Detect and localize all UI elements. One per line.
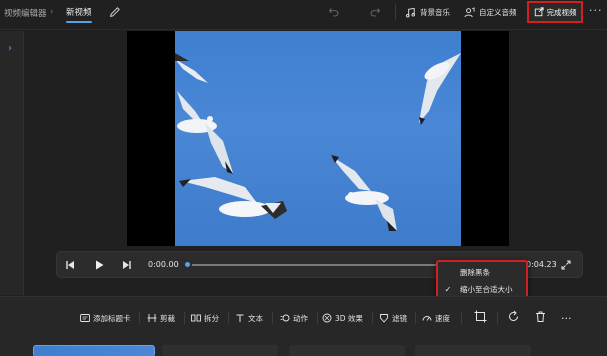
text-label: 文本 bbox=[248, 313, 263, 323]
filters-button[interactable]: 滤镜 bbox=[379, 311, 407, 325]
expand-icon[interactable] bbox=[560, 259, 572, 271]
music-note-icon bbox=[406, 7, 415, 17]
background-music-button[interactable]: 背景音乐 bbox=[405, 3, 450, 21]
custom-audio-button[interactable]: 自定义音频 bbox=[464, 3, 517, 21]
storyboard-more-button[interactable]: ··· bbox=[561, 311, 572, 325]
trim-label: 剪裁 bbox=[160, 313, 175, 323]
trim-icon bbox=[147, 314, 157, 322]
speed-label: 速度 bbox=[435, 313, 450, 323]
finish-video-button[interactable]: 完成视频 bbox=[527, 1, 583, 23]
background-music-label: 背景音乐 bbox=[420, 7, 450, 17]
total-duration: 0:04.23 bbox=[526, 260, 557, 269]
3d-effects-label: 3D 效果 bbox=[335, 313, 363, 323]
3d-effects-button[interactable]: 3D 效果 bbox=[322, 311, 363, 325]
text-button[interactable]: 文本 bbox=[235, 311, 263, 325]
seek-track[interactable] bbox=[188, 264, 438, 266]
play-icon[interactable] bbox=[93, 259, 105, 271]
more-options-button[interactable]: ··· bbox=[589, 4, 603, 17]
undo-icon[interactable] bbox=[327, 5, 341, 19]
crop-resize-icon[interactable] bbox=[474, 310, 487, 323]
top-bar: 视频编辑器 › 新视频 背景音乐 自定义音频 完成视频 ··· bbox=[0, 0, 607, 30]
menu-item-label: 删除黑条 bbox=[460, 267, 490, 277]
storyboard-clip-selected[interactable] bbox=[33, 345, 155, 356]
project-title-underline bbox=[66, 21, 92, 23]
toolbar-divider bbox=[184, 312, 185, 324]
breadcrumb-separator: › bbox=[50, 7, 54, 17]
storyboard-panel: 添加标题卡 剪裁 拆分 文本 动作 3D 效果 滤镜 速度 ··· bbox=[0, 296, 607, 356]
toolbar-divider bbox=[461, 312, 462, 324]
export-icon bbox=[534, 7, 544, 17]
storyboard-clip[interactable] bbox=[415, 345, 531, 356]
toolbar-divider bbox=[272, 312, 273, 324]
menu-item-shrink-to-fit[interactable]: ✓ 缩小至合适大小 bbox=[438, 281, 526, 297]
toolbar-divider bbox=[139, 312, 140, 324]
custom-audio-label: 自定义音频 bbox=[479, 7, 517, 17]
toolbar-divider bbox=[228, 312, 229, 324]
video-preview bbox=[127, 31, 509, 246]
toolbar-divider bbox=[317, 312, 318, 324]
storyboard-clip[interactable] bbox=[289, 345, 405, 356]
chevron-right-icon[interactable]: › bbox=[8, 43, 12, 54]
text-icon bbox=[236, 314, 244, 322]
project-title[interactable]: 新视频 bbox=[66, 6, 92, 18]
menu-item-label: 缩小至合适大小 bbox=[460, 284, 513, 294]
current-time: 0:00.00 bbox=[148, 260, 179, 269]
toolbar-divider bbox=[395, 4, 396, 20]
filters-icon bbox=[380, 314, 388, 323]
seagulls-image bbox=[175, 53, 461, 231]
previous-frame-icon[interactable] bbox=[64, 259, 76, 271]
split-icon bbox=[191, 314, 201, 322]
rotate-icon[interactable] bbox=[507, 310, 520, 323]
library-panel-collapsed: › bbox=[0, 31, 24, 295]
toolbar-divider bbox=[372, 312, 373, 324]
motion-icon bbox=[280, 314, 290, 322]
menu-item-remove-black-bars[interactable]: 删除黑条 bbox=[438, 264, 526, 280]
checkmark-icon: ✓ bbox=[444, 284, 452, 294]
motion-label: 动作 bbox=[293, 313, 308, 323]
toolbar-divider bbox=[415, 312, 416, 324]
pencil-icon[interactable] bbox=[108, 5, 122, 19]
split-label: 拆分 bbox=[204, 313, 219, 323]
trim-button[interactable]: 剪裁 bbox=[147, 311, 175, 325]
next-frame-icon[interactable] bbox=[121, 259, 133, 271]
breadcrumb-app[interactable]: 视频编辑器 bbox=[4, 7, 47, 19]
video-frame-image bbox=[175, 31, 461, 246]
seek-thumb[interactable] bbox=[183, 260, 192, 269]
title-card-icon bbox=[80, 314, 90, 322]
speed-button[interactable]: 速度 bbox=[422, 311, 450, 325]
3d-effects-icon bbox=[322, 313, 332, 323]
motion-button[interactable]: 动作 bbox=[280, 311, 308, 325]
split-button[interactable]: 拆分 bbox=[191, 311, 219, 325]
finish-video-label: 完成视频 bbox=[546, 7, 577, 17]
toolbar-divider bbox=[497, 312, 498, 324]
speedometer-icon bbox=[422, 316, 432, 321]
audio-person-icon bbox=[464, 6, 475, 17]
redo-icon[interactable] bbox=[368, 5, 382, 19]
filters-label: 滤镜 bbox=[392, 313, 407, 323]
resize-context-menu: 删除黑条 ✓ 缩小至合适大小 bbox=[436, 260, 528, 298]
trash-icon[interactable] bbox=[534, 310, 547, 323]
storyboard-clip[interactable] bbox=[162, 345, 278, 356]
add-title-card-label: 添加标题卡 bbox=[93, 313, 131, 323]
add-title-card-button[interactable]: 添加标题卡 bbox=[80, 311, 131, 325]
